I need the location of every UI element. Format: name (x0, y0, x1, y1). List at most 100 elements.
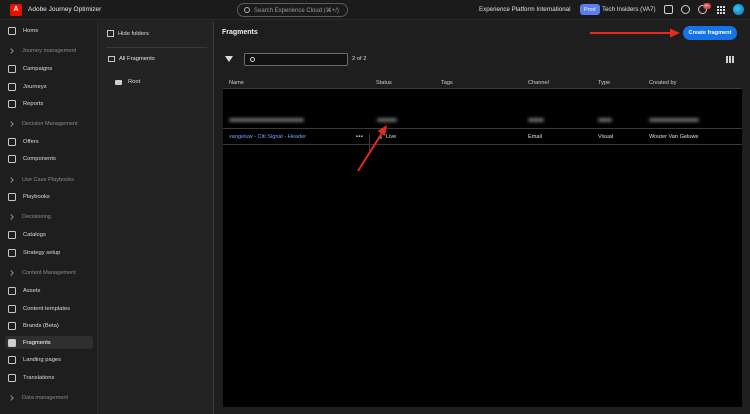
nav-item-label: Components (23, 155, 56, 162)
campaign-icon (8, 64, 16, 73)
translation-icon (8, 373, 16, 382)
filter-icon[interactable] (225, 56, 233, 62)
list-icon (108, 55, 115, 62)
type-value: Visual (598, 134, 614, 140)
nav-item-translations[interactable]: Translations (5, 371, 93, 384)
nav-item-components[interactable]: Components (5, 152, 93, 165)
nav-section-label: Decision Management (22, 121, 78, 127)
nav-section-decision[interactable]: Decision Management (8, 119, 78, 129)
nav-section-data[interactable]: Data management (8, 393, 69, 403)
nav-item-label: Translations (23, 374, 55, 381)
nav-item-label: Assets (23, 287, 41, 294)
nav-item-label: Home (23, 27, 39, 34)
report-icon (8, 99, 16, 108)
redacted-created-by (649, 118, 699, 122)
redacted-name (229, 118, 304, 122)
fragment-name-link[interactable]: vangeluw - Citi Signal - Header (229, 134, 306, 140)
app-title[interactable]: Adobe Journey Optimizer (28, 6, 101, 13)
redacted-type (598, 118, 612, 122)
nav-item-reports[interactable]: Reports (5, 97, 93, 110)
table-row[interactable] (223, 111, 742, 128)
left-navigation: Home Journey management Campaigns Journe… (0, 21, 97, 414)
nav-section-label: Use Case Playbooks (22, 177, 74, 183)
feedback-icon[interactable] (664, 5, 673, 14)
nav-item-offers[interactable]: Offers (5, 135, 93, 148)
table-row[interactable]: vangeluw - Citi Signal - Header ••• Live… (223, 128, 742, 151)
apps-icon[interactable] (717, 6, 725, 14)
help-icon[interactable] (681, 5, 690, 14)
folder-label: Root (128, 79, 141, 85)
adobe-logo-icon[interactable]: A (10, 3, 22, 16)
nav-item-campaigns[interactable]: Campaigns (5, 62, 93, 75)
nav-item-label: Playbooks (23, 193, 50, 200)
nav-item-playbooks[interactable]: Playbooks (5, 190, 93, 203)
search-input[interactable] (244, 53, 348, 66)
nav-section-playbooks[interactable]: Use Case Playbooks (8, 175, 74, 185)
nav-item-landing-pages[interactable]: Landing pages (5, 353, 93, 366)
nav-item-label: Reports (23, 100, 44, 107)
nav-section-label: Journey management (22, 48, 77, 54)
asset-icon (8, 286, 16, 295)
nav-section-journey[interactable]: Journey management (8, 46, 77, 56)
nav-item-journeys[interactable]: Journeys (5, 80, 93, 93)
brand-icon (8, 321, 16, 330)
nav-item-brands[interactable]: Brands (Beta) (5, 319, 93, 332)
nav-section-label: Data management (22, 395, 69, 401)
all-fragments-label: All Fragments (119, 55, 155, 62)
redacted-channel (528, 118, 544, 122)
avatar[interactable] (733, 4, 744, 15)
nav-item-label: Fragments (23, 339, 51, 346)
column-header-tags[interactable]: Tags (441, 80, 453, 86)
catalog-icon (8, 230, 16, 239)
nav-section-decisioning[interactable]: Decisioning (8, 212, 51, 222)
nav-item-catalogs[interactable]: Catalogs (5, 228, 93, 241)
all-fragments-item[interactable]: All Fragments (103, 52, 210, 65)
nav-section-content[interactable]: Content Management (8, 268, 76, 278)
folder-root[interactable]: Root (115, 79, 140, 85)
folder-toggle-icon (107, 30, 114, 37)
notification-count-badge: 9+ (703, 3, 711, 9)
global-search-input[interactable]: Search Experience Cloud (⌘+/) (237, 3, 348, 17)
nav-item-fragments[interactable]: Fragments (5, 336, 93, 349)
live-status-dot (379, 136, 382, 139)
nav-item-strategy[interactable]: Strategy setup (5, 246, 93, 259)
divider (106, 47, 207, 48)
folder-panel: Hide folders All Fragments Root (97, 21, 214, 414)
column-header-channel[interactable]: Channel (528, 80, 549, 86)
chevron-icon (8, 121, 14, 127)
fragment-icon (8, 338, 16, 347)
hide-folders-button[interactable]: Hide folders (107, 30, 149, 37)
search-icon (244, 7, 250, 13)
search-icon (250, 57, 255, 62)
nav-item-label: Landing pages (23, 356, 62, 363)
offer-icon (8, 137, 16, 146)
column-header-created-by[interactable]: Created by (649, 80, 676, 86)
column-divider (369, 134, 370, 151)
more-actions-icon[interactable]: ••• (356, 134, 363, 140)
nav-item-content-templates[interactable]: Content templates (5, 302, 93, 315)
org-switcher[interactable]: Experience Platform International (479, 6, 571, 13)
folder-icon (115, 79, 122, 85)
hide-folders-label: Hide folders (118, 30, 149, 37)
chevron-icon (8, 270, 14, 276)
sandbox-badge[interactable]: Prod (580, 4, 600, 15)
column-header-name[interactable]: Name (229, 80, 244, 86)
nav-item-home[interactable]: Home (5, 24, 93, 37)
nav-item-label: Journeys (23, 83, 47, 90)
chevron-icon (8, 214, 14, 220)
sandbox-switcher[interactable]: Tech Insiders (VA7) (602, 6, 656, 13)
nav-item-assets[interactable]: Assets (5, 284, 93, 297)
column-header-status[interactable]: Status (376, 80, 392, 86)
chevron-icon (8, 395, 14, 401)
journey-icon (8, 82, 16, 91)
created-by-value: Wouter Van Geluwe (649, 134, 699, 140)
table-header: Name Status Tags Channel Type Created by (223, 78, 742, 89)
result-count: 2 of 2 (352, 56, 367, 62)
top-bar: A Adobe Journey Optimizer Search Experie… (0, 0, 750, 20)
column-header-type[interactable]: Type (598, 80, 610, 86)
create-fragment-button[interactable]: Create fragment (683, 26, 737, 40)
column-settings-icon[interactable] (726, 56, 734, 63)
nav-section-label: Content Management (22, 270, 76, 276)
playbook-icon (8, 192, 16, 201)
nav-item-label: Offers (23, 138, 39, 145)
